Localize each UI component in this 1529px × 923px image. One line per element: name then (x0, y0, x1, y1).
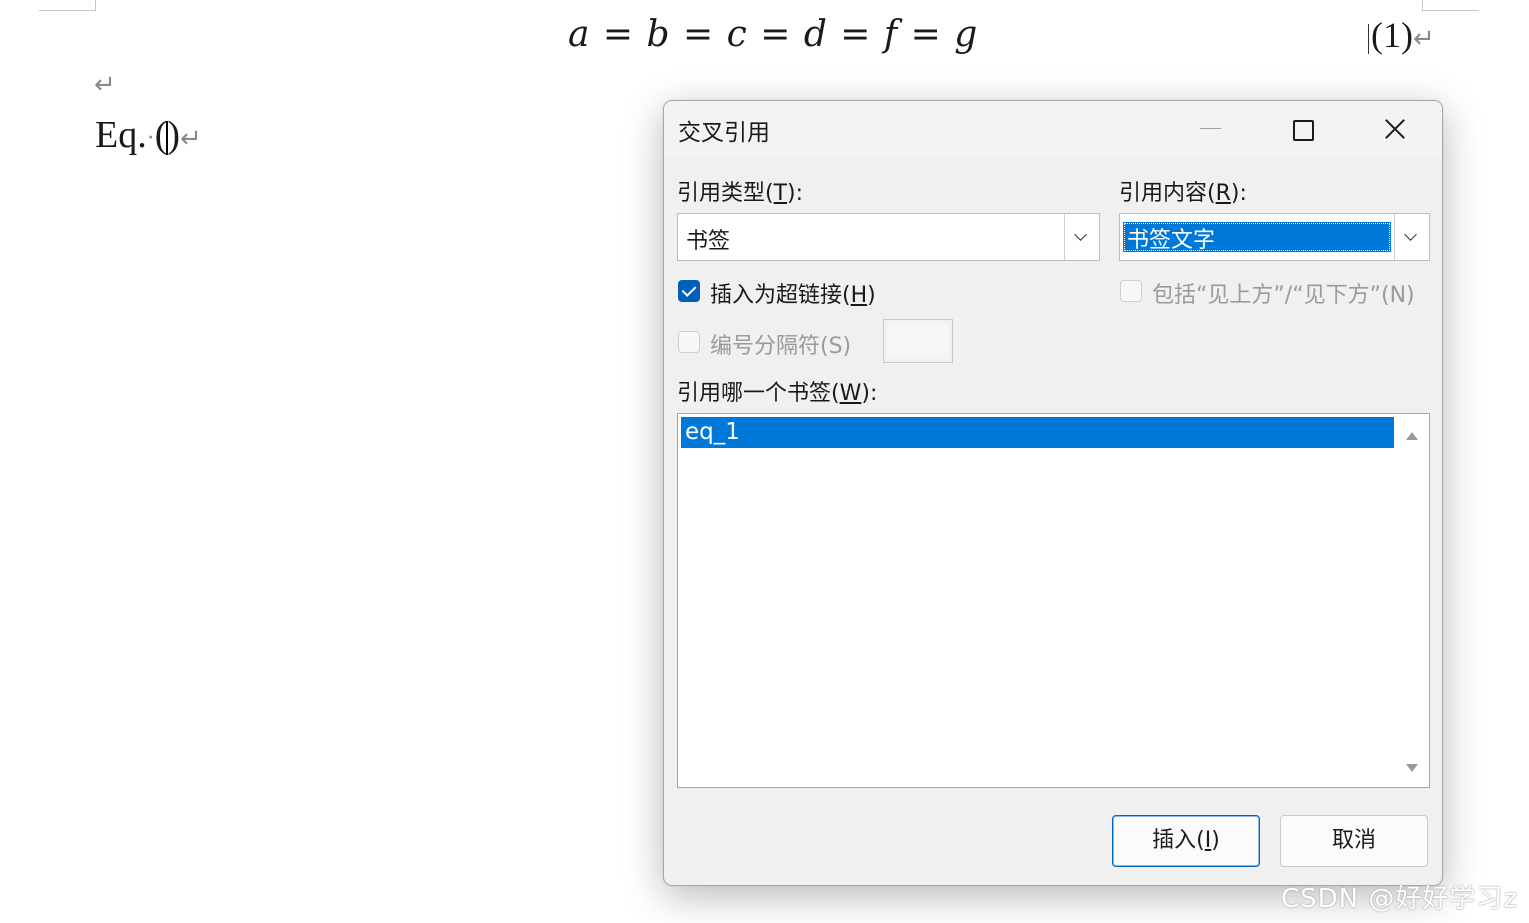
reference-content-value: 书签文字 (1123, 222, 1391, 253)
insert-as-hyperlink-label[interactable]: 插入为超链接(H) (710, 277, 876, 309)
reference-line[interactable]: Eq.·()↵ (95, 113, 202, 157)
equation[interactable]: a = b = c = d = f = g (568, 14, 978, 55)
insert-button[interactable]: 插入(I) (1112, 815, 1260, 867)
insert-as-hyperlink-checkbox[interactable] (678, 280, 700, 302)
dialog-titlebar[interactable]: 交叉引用 (664, 101, 1442, 157)
paragraph-mark-icon: ↵ (1412, 24, 1435, 54)
reference-type-dropdown[interactable] (1064, 214, 1099, 260)
number-separator-input[interactable] (883, 319, 953, 363)
watermark: CSDN @好好学习z (1281, 884, 1519, 914)
minimize-icon (1190, 109, 1234, 149)
equation-number-text: (1) (1371, 15, 1413, 55)
include-above-below-label: 包括“见上方”/“见下方”(N) (1152, 283, 1415, 308)
scroll-up-icon[interactable] (1406, 432, 1418, 440)
page-corner-top-left (39, 0, 96, 11)
paragraph-mark-icon: ↵ (180, 124, 202, 154)
include-above-below-checkbox[interactable] (1120, 280, 1142, 302)
close-button[interactable] (1374, 109, 1418, 149)
chevron-down-icon (1074, 228, 1087, 241)
paragraph-mark-icon: ↵ (94, 70, 116, 100)
bookmark-listbox[interactable]: eq_1 (677, 413, 1430, 788)
reference-prefix: Eq. (95, 114, 147, 156)
dialog-title: 交叉引用 (678, 120, 770, 146)
tab-marker (1368, 23, 1369, 54)
scroll-down-icon[interactable] (1406, 764, 1418, 772)
space-mark: · (146, 124, 155, 151)
reference-content-select[interactable]: 书签文字 (1119, 213, 1430, 261)
reference-content-label: 引用内容(R): (1119, 181, 1247, 206)
chevron-down-icon (1404, 228, 1417, 241)
reference-close-paren: ) (167, 114, 181, 156)
number-separator-label: 编号分隔符(S) (710, 334, 852, 359)
page-corner-top-right (1422, 0, 1479, 11)
cancel-button[interactable]: 取消 (1280, 815, 1428, 867)
reference-content-dropdown[interactable] (1394, 214, 1429, 260)
maximize-button[interactable] (1280, 109, 1324, 149)
reference-type-select[interactable]: 书签 (677, 213, 1100, 261)
list-item[interactable]: eq_1 (681, 417, 1394, 448)
cross-reference-dialog: 交叉引用 引用类型(T): 书签 引用内容(R): 书签文字 插入为超链接(H)… (663, 100, 1443, 886)
reference-type-label: 引用类型(T): (677, 181, 804, 206)
number-separator-checkbox[interactable] (678, 331, 700, 353)
reference-type-value: 书签 (686, 229, 731, 254)
equation-number[interactable]: (1)↵ (1368, 14, 1435, 56)
bookmark-list-label: 引用哪一个书签(W): (677, 381, 878, 406)
